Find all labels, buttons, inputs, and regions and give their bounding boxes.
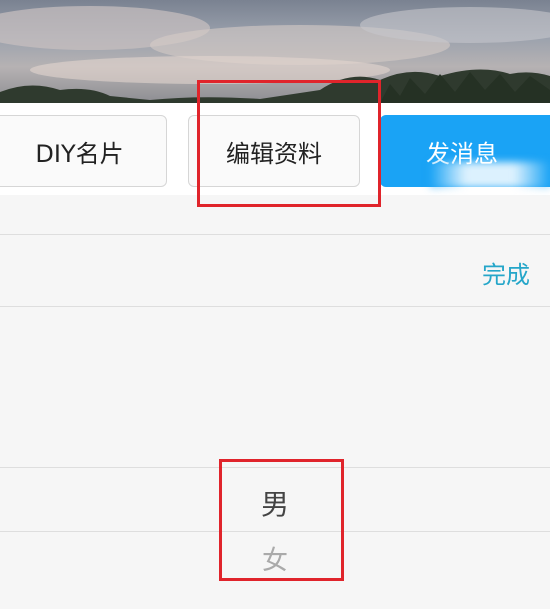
blur-overlay xyxy=(430,162,550,188)
diy-card-button[interactable]: DIY名片 xyxy=(0,115,167,187)
divider xyxy=(0,306,550,307)
done-button[interactable]: 完成 xyxy=(482,255,530,290)
highlight-box-edit xyxy=(197,80,381,207)
highlight-box-gender xyxy=(219,459,344,581)
divider xyxy=(0,234,550,235)
